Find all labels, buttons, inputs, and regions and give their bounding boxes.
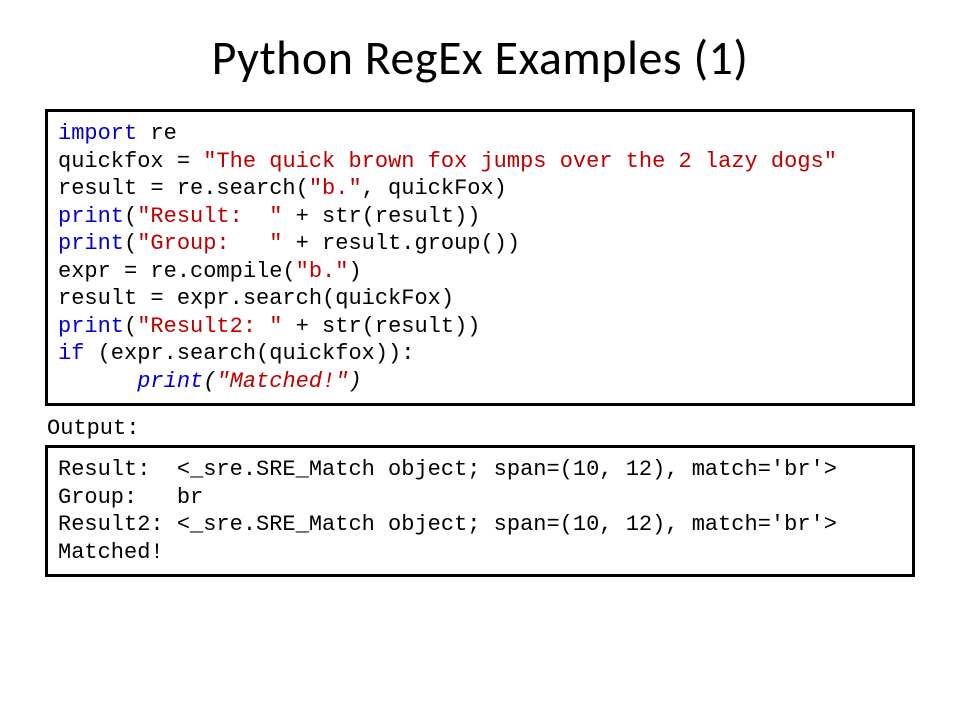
- code-line: print("Result2: " + str(result)): [58, 313, 902, 341]
- output-label: Output:: [47, 416, 915, 441]
- keyword-print: print: [137, 369, 203, 394]
- code-line: import re: [58, 120, 902, 148]
- output-line: Matched!: [58, 539, 902, 567]
- string-literal: "b.": [309, 176, 362, 201]
- output-line: Result: <_sre.SRE_Match object; span=(10…: [58, 456, 902, 484]
- keyword-print: print: [58, 231, 124, 256]
- string-literal: "Matched!": [216, 369, 348, 394]
- string-literal: "The quick brown fox jumps over the 2 la…: [203, 149, 837, 174]
- string-literal: "b.": [296, 259, 349, 284]
- output-line: Group: br: [58, 484, 902, 512]
- keyword-print: print: [58, 314, 124, 339]
- code-line: if (expr.search(quickfox)):: [58, 340, 902, 368]
- keyword-print: print: [58, 204, 124, 229]
- code-block: import requickfox = "The quick brown fox…: [45, 109, 915, 406]
- keyword-import: import: [58, 121, 137, 146]
- code-line: result = re.search("b.", quickFox): [58, 175, 902, 203]
- slide: Python RegEx Examples (1) import requick…: [0, 0, 960, 617]
- code-line: print("Group: " + result.group()): [58, 230, 902, 258]
- code-line: expr = re.compile("b."): [58, 258, 902, 286]
- string-literal: "Group: ": [137, 231, 282, 256]
- output-line: Result2: <_sre.SRE_Match object; span=(1…: [58, 511, 902, 539]
- code-line: print("Matched!"): [58, 368, 902, 396]
- code-line: quickfox = "The quick brown fox jumps ov…: [58, 148, 902, 176]
- string-literal: "Result2: ": [137, 314, 282, 339]
- code-line: result = expr.search(quickFox): [58, 285, 902, 313]
- string-literal: "Result: ": [137, 204, 282, 229]
- code-line: print("Result: " + str(result)): [58, 203, 902, 231]
- output-block: Result: <_sre.SRE_Match object; span=(10…: [45, 445, 915, 577]
- keyword-if: if: [58, 341, 84, 366]
- slide-title: Python RegEx Examples (1): [45, 28, 915, 87]
